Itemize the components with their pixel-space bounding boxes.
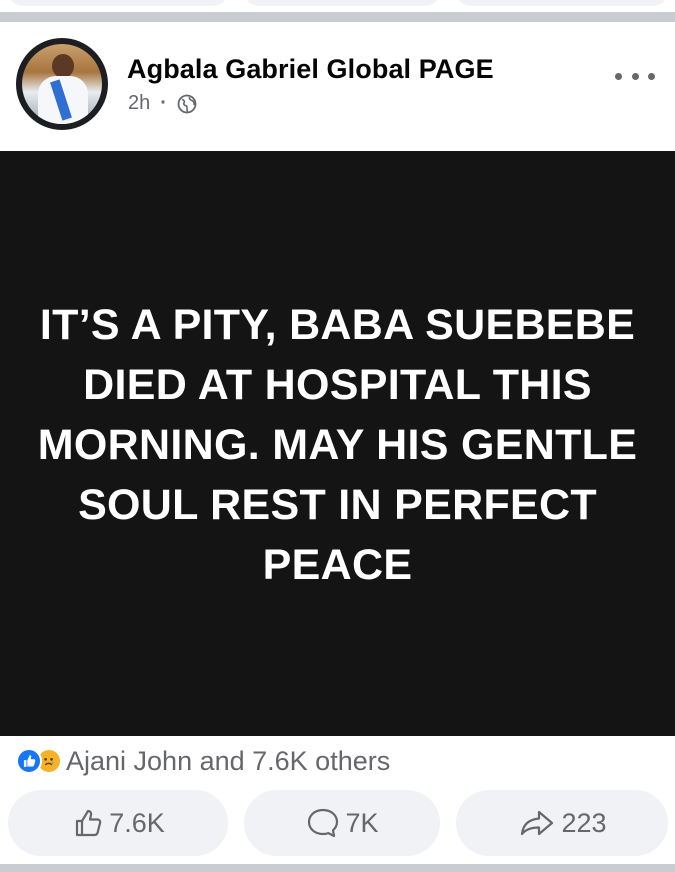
previous-post-remnant xyxy=(0,0,675,12)
page-name-link[interactable]: Agbala Gabriel Global PAGE xyxy=(127,54,494,85)
like-count: 7.6K xyxy=(109,807,165,838)
more-options-button[interactable] xyxy=(615,64,655,88)
post-header: Agbala Gabriel Global PAGE 2h · xyxy=(0,22,675,150)
feed-separator-bottom xyxy=(0,864,675,872)
more-options-icon xyxy=(615,72,622,80)
meta-separator-dot: · xyxy=(160,92,167,114)
reaction-icons xyxy=(16,746,78,776)
thumbs-up-icon xyxy=(76,809,102,837)
post-meta: 2h · xyxy=(128,92,197,115)
reaction-summary-text: Ajani John and 7.6K others xyxy=(66,745,391,776)
previous-like-button[interactable] xyxy=(8,0,228,6)
feed-separator xyxy=(0,12,675,22)
page-avatar[interactable] xyxy=(16,38,108,130)
post-image-text: IT’S A PITY, BABA SUEBEBE DIED AT HOSPIT… xyxy=(37,300,638,589)
share-button[interactable]: 223 xyxy=(456,790,668,856)
comment-count: 7K xyxy=(345,807,379,838)
reaction-summary[interactable]: Ajani John and 7.6K others xyxy=(16,744,390,778)
comment-button[interactable]: 7K xyxy=(244,790,440,856)
post-actions: 7.6K 7K 223 xyxy=(8,790,668,856)
share-count: 223 xyxy=(561,807,607,838)
globe-icon xyxy=(177,94,197,113)
comment-bubble-icon xyxy=(308,808,339,838)
share-arrow-icon xyxy=(521,810,554,836)
like-button[interactable]: 7.6K xyxy=(8,790,228,856)
previous-comment-button[interactable] xyxy=(244,0,440,6)
previous-share-button[interactable] xyxy=(456,0,668,6)
facebook-post-screen: Agbala Gabriel Global PAGE 2h · IT’S A P… xyxy=(0,0,675,872)
avatar-photo xyxy=(22,44,102,124)
post-time[interactable]: 2h xyxy=(128,92,150,115)
post-text-image[interactable]: IT’S A PITY, BABA SUEBEBE DIED AT HOSPIT… xyxy=(0,151,675,736)
like-reaction-icon xyxy=(16,748,42,774)
